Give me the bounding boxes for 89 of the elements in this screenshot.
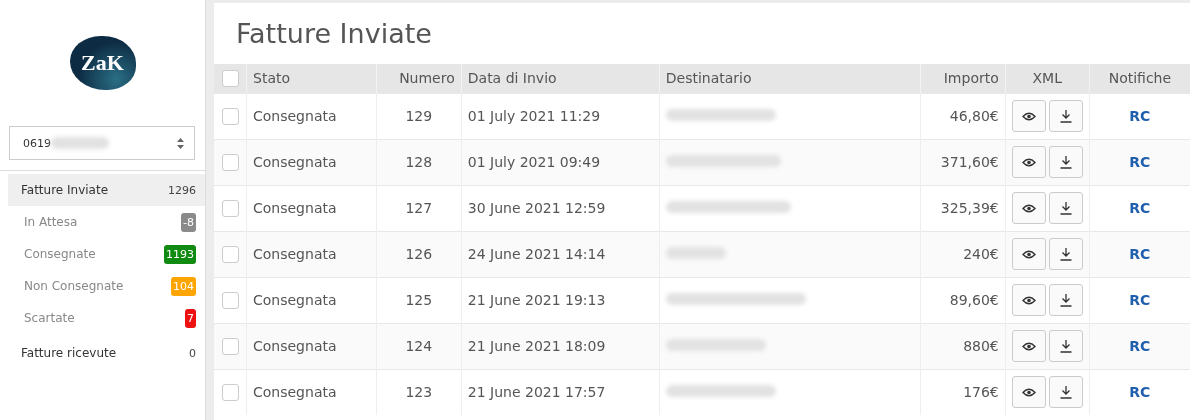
view-button[interactable] (1011, 192, 1046, 224)
eye-icon (1021, 295, 1036, 305)
updown-caret-icon (177, 137, 184, 149)
sidebar-label: Fatture Inviate (21, 183, 109, 197)
table-cell: 21 June 2021 17:57 (461, 369, 660, 415)
notification-link[interactable]: RC (1129, 292, 1151, 308)
notification-link[interactable]: RC (1129, 338, 1151, 354)
download-button[interactable] (1048, 330, 1083, 362)
row-checkbox[interactable] (221, 291, 239, 309)
download-button[interactable] (1048, 376, 1083, 408)
table-cell: Consegnata (246, 231, 377, 277)
download-button[interactable] (1048, 146, 1083, 178)
notification-link[interactable]: RC (1129, 154, 1151, 170)
sidebar-item[interactable]: Non Consegnate 104 (0, 270, 205, 302)
download-icon (1059, 293, 1072, 307)
sidebar-item[interactable]: In Attesa -8 (0, 206, 205, 238)
eye-icon (1021, 111, 1036, 121)
count-text: 0 (189, 346, 196, 360)
view-button[interactable] (1011, 238, 1046, 270)
sidebar-label: Fatture ricevute (21, 346, 117, 360)
column-header[interactable]: XML (1005, 64, 1090, 93)
redacted-text (51, 137, 109, 149)
count-badge: 7 (185, 308, 196, 328)
table-cell: 371,60€ (920, 139, 1006, 185)
sidebar-item[interactable]: Scartate 7 (0, 302, 205, 334)
column-header[interactable]: Stato (246, 64, 377, 93)
table-cell: 24 June 2021 14:14 (461, 231, 660, 277)
logo: ZaK (69, 35, 136, 90)
download-icon (1059, 339, 1072, 353)
view-button[interactable] (1011, 330, 1046, 362)
table-cell: 176€ (920, 369, 1006, 415)
sidebar-item[interactable]: Fatture Inviate 1296 (8, 174, 205, 206)
notification-link[interactable]: RC (1129, 384, 1151, 400)
row-checkbox[interactable] (221, 107, 239, 125)
sidebar-item[interactable]: Consegnate 1193 (0, 238, 205, 270)
table-cell: 240€ (920, 231, 1006, 277)
table-cell: Consegnata (246, 139, 377, 185)
select-all-checkbox[interactable] (221, 70, 239, 87)
table-cell: 128 (376, 139, 462, 185)
view-button[interactable] (1011, 100, 1046, 132)
view-button[interactable] (1011, 284, 1046, 316)
column-header[interactable]: Importo (920, 64, 1006, 93)
view-button[interactable] (1011, 376, 1046, 408)
eye-icon (1021, 249, 1036, 259)
column-header[interactable]: Numero (376, 64, 462, 93)
column-header[interactable]: Destinatario (659, 64, 921, 93)
table-cell: 124 (376, 323, 462, 369)
download-icon (1059, 247, 1072, 261)
notification-link[interactable]: RC (1129, 108, 1151, 124)
count-badge: 1193 (164, 244, 196, 264)
eye-icon (1021, 387, 1036, 397)
sidebar-label: Non Consegnate (24, 279, 124, 293)
column-header[interactable]: Notifiche (1089, 64, 1190, 93)
eye-icon (1021, 341, 1036, 351)
table-cell: Consegnata (246, 323, 377, 369)
row-checkbox[interactable] (221, 245, 239, 263)
notification-link[interactable]: RC (1129, 246, 1151, 262)
row-checkbox[interactable] (221, 383, 239, 401)
row-checkbox[interactable] (221, 153, 239, 171)
count-badge: -8 (181, 212, 196, 232)
count-badge: 104 (171, 276, 196, 296)
table-cell: Consegnata (246, 369, 377, 415)
eye-icon (1021, 157, 1036, 167)
download-icon (1059, 109, 1072, 123)
sidebar-label: In Attesa (24, 215, 78, 229)
column-header[interactable]: Data di Invio (461, 64, 660, 93)
row-checkbox[interactable] (221, 199, 239, 217)
table-cell: 126 (376, 231, 462, 277)
download-button[interactable] (1048, 284, 1083, 316)
count-text: 1296 (168, 183, 196, 197)
download-button[interactable] (1048, 192, 1083, 224)
eye-icon (1021, 203, 1036, 213)
download-icon (1059, 385, 1072, 399)
sidebar-label: Consegnate (24, 247, 96, 261)
redacted-text (665, 247, 726, 259)
view-button[interactable] (1011, 146, 1046, 178)
notification-link[interactable]: RC (1129, 200, 1151, 216)
sidebar-label: Scartate (24, 311, 75, 325)
table-cell: 880€ (920, 323, 1006, 369)
table-cell: 123 (376, 369, 462, 415)
download-icon (1059, 155, 1072, 169)
download-icon (1059, 201, 1072, 215)
page-title: Fatture Inviate (235, 17, 433, 51)
account-select[interactable]: 0619 (9, 126, 195, 160)
download-button[interactable] (1048, 238, 1083, 270)
table-cell: 21 June 2021 18:09 (461, 323, 660, 369)
download-button[interactable] (1048, 100, 1083, 132)
row-checkbox[interactable] (221, 337, 239, 355)
table-cell: 01 July 2021 09:49 (461, 139, 660, 185)
